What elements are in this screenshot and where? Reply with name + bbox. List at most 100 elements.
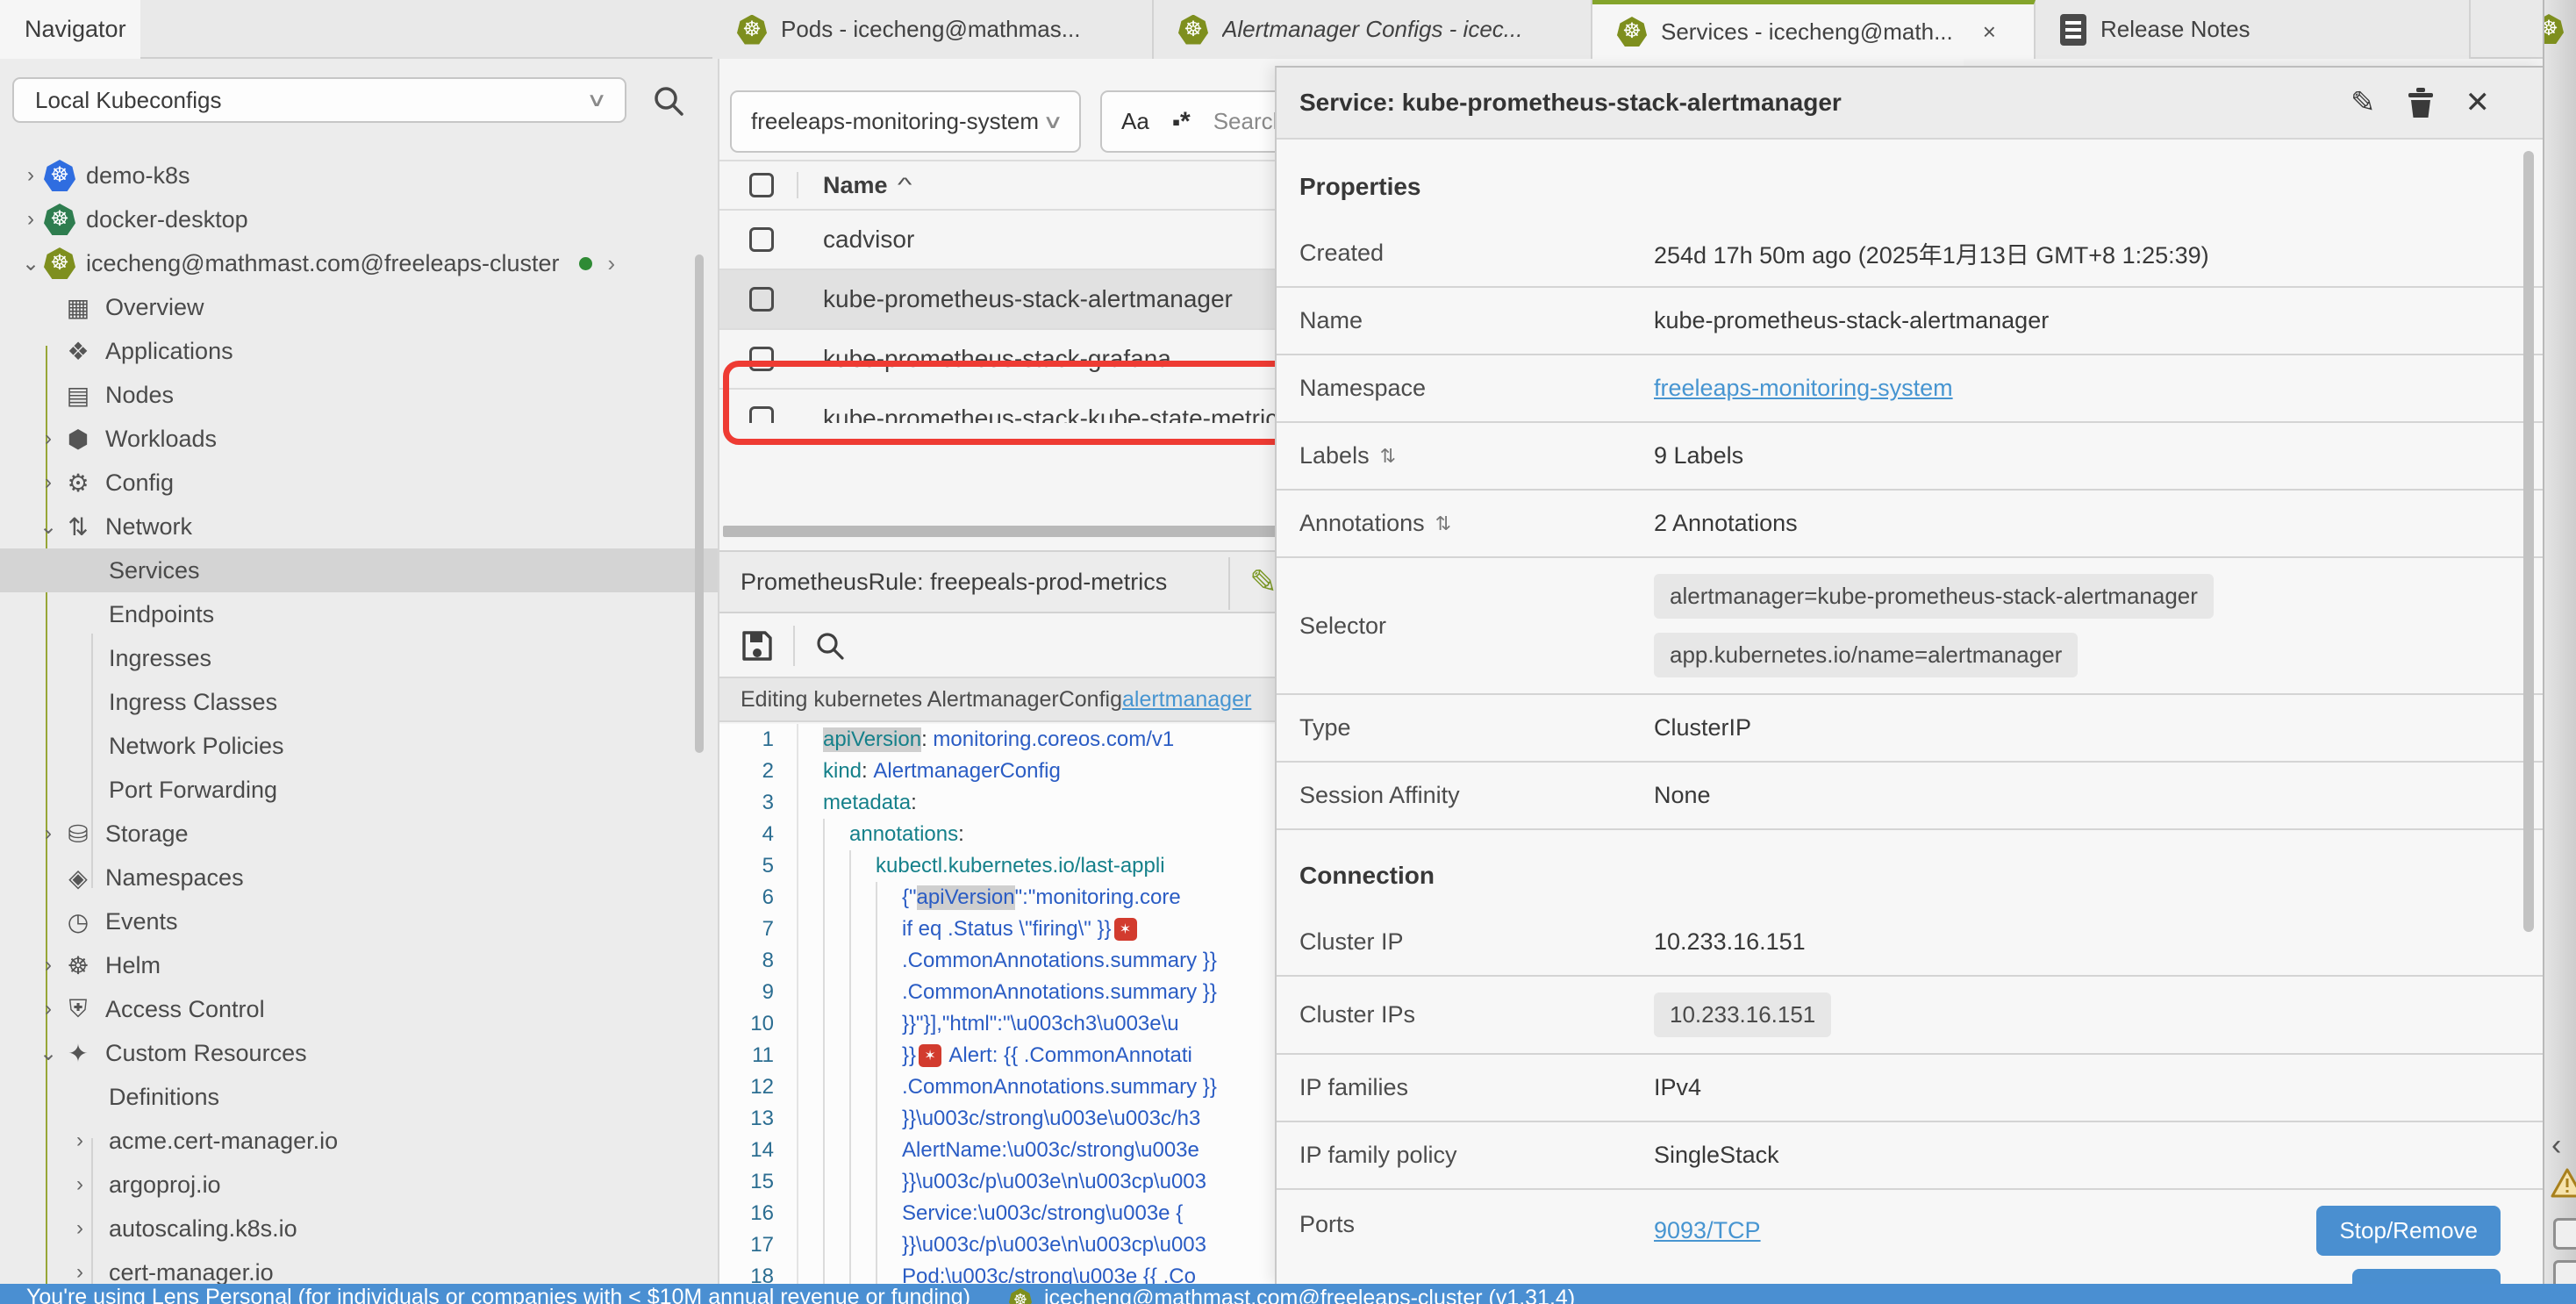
close-icon[interactable]: ✕ [2465, 85, 2491, 120]
search-icon[interactable] [651, 83, 686, 118]
sidebar-item-port-forwarding[interactable]: Port Forwarding [0, 768, 718, 812]
stop-remove-button[interactable]: Stop/Remove [2316, 1206, 2501, 1256]
sidebar-item-label: cert-manager.io [109, 1259, 274, 1286]
chevron-icon[interactable]: ⌄ [35, 514, 61, 540]
active-cluster-status[interactable]: ☸ icecheng@mathmast.com@freeleaps-cluste… [1009, 1285, 1575, 1304]
chevron-icon[interactable]: › [65, 1172, 95, 1197]
sidebar-item-services[interactable]: Services [0, 548, 718, 592]
chevron-icon[interactable]: › [35, 470, 61, 495]
chevron-icon[interactable]: › [18, 207, 44, 232]
sidebar-item-namespaces[interactable]: ◈Namespaces [0, 856, 718, 899]
sidebar-item-ingress-classes[interactable]: Ingress Classes [0, 680, 718, 724]
regex-toggle[interactable]: ▪* [1172, 107, 1191, 137]
sidebar-item-nodes[interactable]: ▤Nodes [0, 373, 718, 417]
chevron-icon[interactable]: › [35, 821, 61, 846]
kubernetes-icon: ☸ [737, 15, 767, 45]
chevron-icon[interactable]: › [65, 1216, 95, 1241]
chevron-icon[interactable]: ⌄ [18, 251, 44, 276]
sidebar-item-storage[interactable]: ›⛁Storage [0, 812, 718, 856]
indent-guide [876, 882, 902, 914]
indent-guide [849, 1198, 876, 1229]
match-case-toggle[interactable]: Aa [1121, 108, 1149, 135]
tab-services-icecheng-math-[interactable]: ☸Services - icecheng@math...× [1592, 0, 2036, 59]
siren-emoji-icon: ✶ [1114, 918, 1137, 941]
custom-resources-icon: ✦ [61, 1039, 95, 1068]
edit-pencil-icon[interactable]: ✎ [1249, 562, 1277, 602]
sidebar-item-helm[interactable]: ›☸Helm [0, 943, 718, 987]
port-link[interactable]: 9093/TCP [1654, 1217, 1761, 1244]
chevron-icon[interactable]: › [35, 953, 61, 978]
sidebar-item-events[interactable]: ◷Events [0, 899, 718, 943]
sidebar-scrollbar[interactable] [695, 254, 704, 753]
save-icon[interactable] [739, 627, 776, 664]
sidebar-item-access-control[interactable]: ›⛨Access Control [0, 987, 718, 1031]
cluster-label: docker-desktop [86, 206, 248, 233]
warning-icon [2550, 1167, 2576, 1199]
sidebar-item-acme-cert-manager-io[interactable]: ›acme.cert-manager.io [0, 1119, 718, 1163]
sidebar-item-label: Definitions [109, 1084, 219, 1111]
sidebar-item-autoscaling-k8s-io[interactable]: ›autoscaling.k8s.io [0, 1207, 718, 1250]
tab-alertmanager-configs-icec-[interactable]: ☸Alertmanager Configs - icec... [1154, 0, 1592, 59]
cluster-item-docker-desktop[interactable]: ›☸docker-desktop [0, 197, 718, 241]
navigator-tab[interactable]: Navigator [0, 0, 140, 59]
details-scrollbar[interactable] [2523, 151, 2534, 932]
delete-icon[interactable] [2406, 86, 2436, 119]
row-checkbox[interactable] [749, 287, 774, 312]
select-all-checkbox[interactable] [749, 173, 774, 197]
line-number: 14 [719, 1138, 797, 1163]
chevron-left-icon[interactable]: ‹ [2551, 1128, 2561, 1163]
cluster-item-demo-k8s[interactable]: ›☸demo-k8s [0, 154, 718, 197]
namespace-link[interactable]: freeleaps-monitoring-system [1654, 375, 1953, 402]
namespace-select[interactable]: freeleaps-monitoring-system ∨ [730, 90, 1081, 153]
sidebar-item-config[interactable]: ›⚙Config [0, 461, 718, 505]
sidebar-item-workloads[interactable]: ›⬢Workloads [0, 417, 718, 461]
indent-guide [823, 945, 849, 977]
expander-icon[interactable]: ⇅ [1435, 512, 1451, 535]
tabs-container: ☸Pods - icecheng@mathmas...☸Alertmanager… [712, 0, 2471, 59]
row-checkbox[interactable] [749, 227, 774, 252]
sidebar-item-definitions[interactable]: Definitions [0, 1075, 718, 1119]
indent-guide [876, 977, 902, 1008]
events-icon: ◷ [61, 907, 95, 936]
cluster-item-icecheng-mathmast-com-freeleaps-cluster[interactable]: ⌄☸icecheng@mathmast.com@freeleaps-cluste… [0, 241, 718, 285]
sidebar-item-applications[interactable]: ❖Applications [0, 329, 718, 373]
editing-note-link[interactable]: alertmanager [1122, 687, 1251, 713]
name-column-header[interactable]: Name [823, 172, 888, 199]
sort-asc-icon[interactable]: ^ [897, 174, 912, 197]
cluster-version-label: icecheng@mathmast.com@freeleaps-cluster … [1044, 1286, 1575, 1304]
sidebar-item-custom-resources[interactable]: ⌄✦ Custom Resources [0, 1031, 718, 1075]
sidebar-item-network[interactable]: ⌄⇅Network [0, 505, 718, 548]
property-label: Session Affinity [1277, 782, 1654, 809]
property-row-created: Created254d 17h 50m ago (2025年1月13日 GMT+… [1277, 220, 2543, 288]
sidebar-item-ingresses[interactable]: Ingresses [0, 636, 718, 680]
sidebar-item-endpoints[interactable]: Endpoints [0, 592, 718, 636]
kubeconfig-select[interactable]: Local Kubeconfigs ∨ [12, 77, 626, 123]
expander-icon[interactable]: ⇅ [1380, 445, 1396, 468]
details-title: Service: kube-prometheus-stack-alertmana… [1299, 89, 1842, 117]
chevron-icon[interactable]: › [65, 1128, 95, 1153]
chevron-icon[interactable]: › [35, 997, 61, 1021]
indent-guide [823, 819, 849, 850]
chevron-icon[interactable]: ⌄ [35, 1041, 61, 1066]
indent-guide [876, 1008, 902, 1040]
edit-icon[interactable]: ✎ [2351, 85, 2376, 120]
tab-pods-icecheng-mathmas-[interactable]: ☸Pods - icecheng@mathmas... [712, 0, 1154, 59]
close-icon[interactable]: × [1983, 18, 1996, 46]
siren-emoji-icon: ✶ [919, 1044, 941, 1067]
editor-search-icon[interactable] [812, 628, 848, 663]
chevron-icon[interactable]: › [35, 426, 61, 451]
sidebar-item-label: Nodes [105, 382, 174, 409]
sidebar-item-network-policies[interactable]: Network Policies [0, 724, 718, 768]
sidebar-item-label: Custom Resources [105, 1040, 307, 1067]
sidebar-item-argoproj-io[interactable]: ›argoproj.io [0, 1163, 718, 1207]
sidebar-item-label: Helm [105, 952, 161, 979]
chevron-icon[interactable]: › [18, 163, 44, 188]
chevron-right-icon[interactable]: › [608, 250, 616, 277]
sidebar-item-overview[interactable]: ▦Overview [0, 285, 718, 329]
chevron-icon[interactable]: › [65, 1260, 95, 1285]
forward--button[interactable]: Forward... [2352, 1269, 2501, 1285]
indent-guide [849, 1135, 876, 1166]
tab-release-notes[interactable]: Release Notes [2036, 0, 2471, 59]
property-value: None [1654, 782, 1711, 809]
status-bar: You're using Lens Personal (for individu… [0, 1284, 2576, 1304]
